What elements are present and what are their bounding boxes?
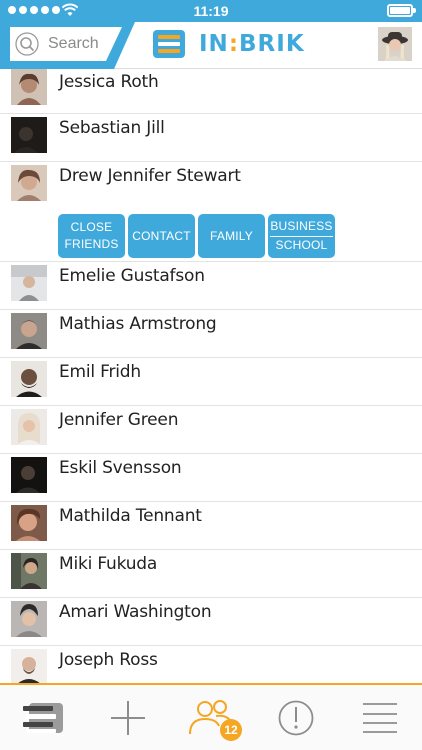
menu-icon	[363, 702, 397, 733]
contact-row[interactable]: Mathias Armstrong	[0, 310, 422, 358]
app-header: IN:BRIK	[0, 22, 422, 69]
contact-list: Jessica Roth Sebastian Jill Drew Jennife…	[0, 69, 422, 683]
contact-row[interactable]: Emil Fridh	[0, 358, 422, 406]
contact-name: Mathilda Tennant	[59, 506, 202, 526]
contact-name: Emil Fridh	[59, 362, 141, 382]
status-bar: 11:19	[0, 0, 422, 22]
logo-wordmark: IN:BRIK	[199, 31, 305, 57]
tab-bar: 12	[0, 683, 422, 750]
contact-row[interactable]: Jessica Roth	[0, 69, 422, 114]
contact-name: Jennifer Green	[59, 410, 179, 430]
contact-row[interactable]: Eskil Svensson	[0, 454, 422, 502]
battery-icon	[387, 4, 416, 17]
tag-close-friends[interactable]: CLOSE FRIENDS	[58, 214, 125, 258]
contact-row-expanded[interactable]: Drew Jennifer Stewart CLOSE FRIENDS CONTA…	[0, 162, 422, 262]
contact-name: Amari Washington	[59, 602, 212, 622]
contact-name: Joseph Ross	[59, 650, 158, 670]
contact-row[interactable]: Amari Washington	[0, 598, 422, 646]
app-logo: IN:BRIK	[153, 30, 305, 58]
avatar	[11, 649, 47, 683]
contact-row[interactable]: Joseph Ross	[0, 646, 422, 683]
contact-name: Eskil Svensson	[59, 458, 182, 478]
contact-row[interactable]: Emelie Gustafson	[0, 262, 422, 310]
avatar	[11, 457, 47, 493]
tag-family[interactable]: FAMILY	[198, 214, 265, 258]
avatar	[11, 361, 47, 397]
contact-row[interactable]: Jennifer Green	[0, 406, 422, 454]
tag-business-school[interactable]: BUSINESS SCHOOL	[268, 214, 335, 258]
profile-avatar[interactable]	[378, 27, 412, 61]
tab-menu[interactable]	[338, 685, 422, 750]
tag-contact[interactable]: CONTACT	[128, 214, 195, 258]
search-input[interactable]	[48, 35, 118, 53]
contact-name: Emelie Gustafson	[59, 266, 205, 286]
plus-icon	[111, 700, 145, 735]
tab-stack[interactable]	[2, 685, 86, 750]
contact-row[interactable]: Miki Fukuda	[0, 550, 422, 598]
avatar	[11, 313, 47, 349]
contact-name: Miki Fukuda	[59, 554, 158, 574]
contact-name: Jessica Roth	[59, 72, 159, 92]
tab-contacts[interactable]: 12	[169, 685, 253, 750]
tag-group: CLOSE FRIENDS CONTACT FAMILY BUSINESS SCHO…	[58, 214, 335, 258]
stack-icon	[23, 702, 63, 733]
status-time: 11:19	[193, 3, 229, 19]
contact-name: Drew Jennifer Stewart	[59, 166, 241, 186]
avatar	[11, 265, 47, 301]
alert-icon	[278, 700, 314, 735]
avatar	[11, 165, 47, 201]
avatar	[11, 117, 47, 153]
avatar	[11, 601, 47, 637]
tab-alerts[interactable]	[254, 685, 338, 750]
avatar	[11, 69, 47, 105]
tab-add[interactable]	[86, 685, 170, 750]
contact-row[interactable]: Sebastian Jill	[0, 114, 422, 162]
search-area	[0, 22, 135, 69]
contact-name: Sebastian Jill	[59, 118, 165, 138]
avatar	[11, 409, 47, 445]
contact-name: Mathias Armstrong	[59, 314, 217, 334]
avatar	[11, 553, 47, 589]
search-field[interactable]	[10, 27, 118, 61]
search-icon	[15, 32, 39, 56]
book-logo-icon	[153, 30, 185, 58]
avatar	[11, 505, 47, 541]
contact-row[interactable]: Mathilda Tennant	[0, 502, 422, 550]
contacts-count-badge: 12	[220, 719, 242, 741]
